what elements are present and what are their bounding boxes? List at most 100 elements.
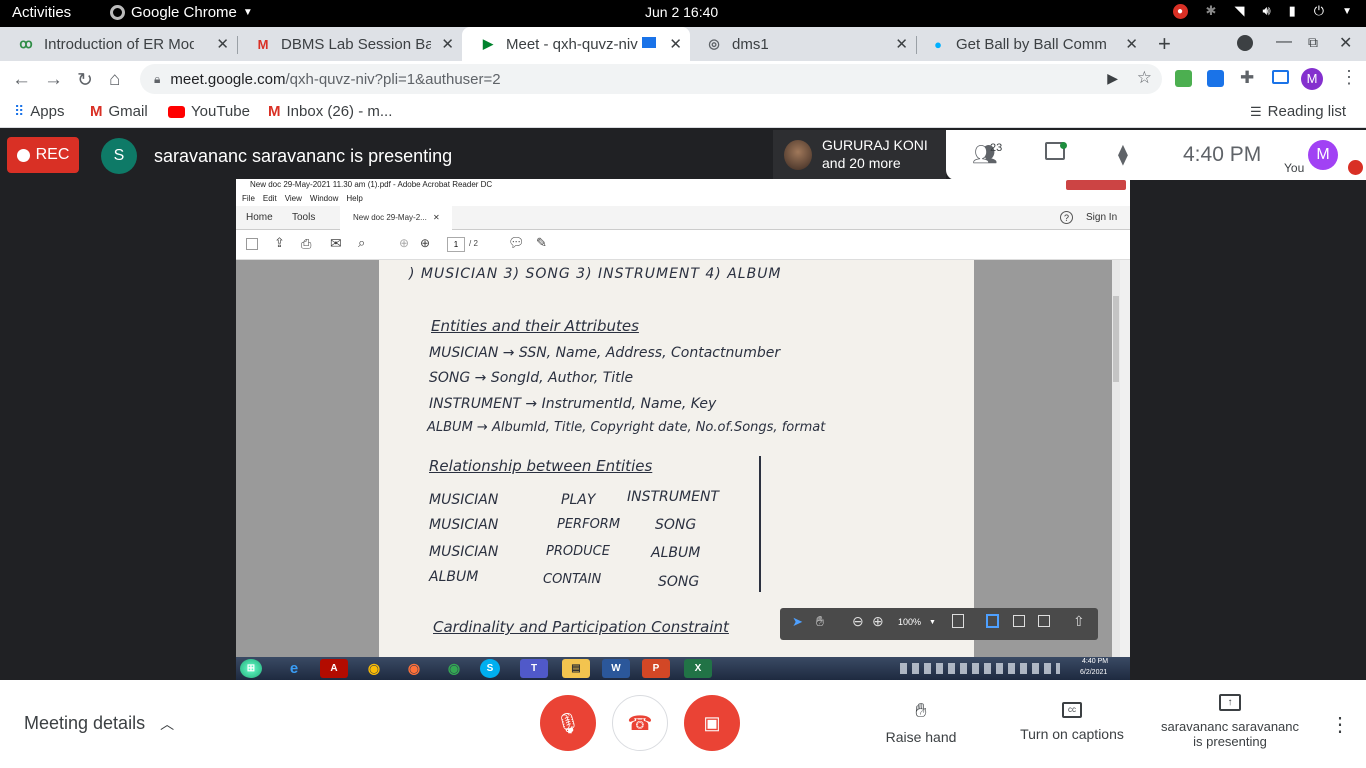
upload-icon[interactable]: ⇪ [274, 235, 285, 251]
save-icon[interactable] [246, 238, 258, 250]
bookmark-inbox[interactable]: M Inbox (26) - m... [268, 103, 392, 120]
windows-start-icon[interactable]: ⊞ [240, 659, 262, 678]
share-icon[interactable]: ⇧ [1073, 613, 1085, 630]
internet-explorer-icon[interactable]: e [280, 659, 308, 678]
acrobat-icon[interactable]: A [320, 659, 348, 678]
chrome-icon[interactable]: ◉ [440, 659, 468, 678]
zoom-level-select[interactable]: 100% [898, 617, 921, 627]
chrome-icon[interactable]: ◉ [360, 659, 388, 678]
home-icon[interactable]: ⌂ [109, 69, 120, 91]
firefox-icon[interactable]: ◉ [400, 659, 428, 678]
hand-tool-icon[interactable]: ✋︎ [816, 613, 824, 630]
document-viewport[interactable]: ) MUSICIAN 3) SONG 3) INSTRUMENT 4) ALBU… [236, 260, 1120, 660]
close-icon[interactable]: ✕ [216, 35, 229, 53]
close-icon[interactable]: ✕ [1125, 35, 1138, 53]
fit-width-icon[interactable] [986, 614, 999, 628]
maximize-button[interactable]: ⧉ [1308, 34, 1318, 51]
menu-kebab-icon[interactable]: ⋮ [1340, 67, 1358, 88]
zoom-out-icon[interactable]: ⊖ [852, 613, 864, 630]
tab-document[interactable]: New doc 29-May-2... ✕ [340, 206, 452, 230]
select-cursor-icon[interactable]: ➤ [792, 614, 803, 630]
globe-icon: ◎ [708, 36, 720, 51]
tab-home[interactable]: Home [246, 212, 273, 223]
tab-dbms-lab[interactable]: M DBMS Lab Session Batch ✕ [237, 27, 462, 61]
system-clock[interactable]: Jun 2 16:40 [645, 4, 718, 20]
close-icon[interactable]: ✕ [669, 35, 682, 53]
tab-meet[interactable]: ▶ Meet - qxh-quvz-niv ✕ [462, 27, 690, 61]
next-page-icon[interactable]: ⊕ [420, 236, 430, 250]
print-icon[interactable]: ⎙ [301, 236, 311, 252]
close-icon[interactable]: ✕ [441, 35, 454, 53]
activities-button[interactable]: Activities [12, 4, 71, 21]
profile-avatar[interactable]: M [1301, 68, 1323, 90]
extension-icon[interactable] [1207, 70, 1224, 87]
fit-page-icon[interactable] [1013, 615, 1025, 627]
close-icon[interactable]: ✕ [895, 35, 908, 53]
participant-tile[interactable]: GURURAJ KONI and 20 more [773, 130, 946, 180]
captions-button[interactable]: cc Turn on captions [1014, 702, 1130, 742]
skype-icon[interactable]: S [480, 659, 500, 678]
page-view-icon[interactable] [952, 614, 964, 628]
bookmark-gmail[interactable]: M Gmail [90, 103, 148, 120]
meeting-details-button[interactable]: Meeting details ︿ [24, 713, 174, 734]
raise-hand-button[interactable]: ✋︎ Raise hand [880, 700, 962, 745]
excel-icon[interactable]: X [684, 659, 712, 678]
reading-list-button[interactable]: ☰ Reading list [1250, 103, 1346, 120]
system-tray-icons[interactable] [900, 663, 1060, 674]
close-icon[interactable]: ✕ [433, 213, 440, 222]
tab-tools[interactable]: Tools [292, 212, 315, 223]
address-bar[interactable]: 🔒︎ meet.google.com/qxh-quvz-niv?pli=1&au… [140, 64, 1162, 94]
minimize-button[interactable]: — [1276, 33, 1292, 51]
powerpoint-icon[interactable]: P [642, 659, 670, 678]
page-number-input[interactable]: 1 [447, 237, 465, 252]
more-options-kebab-icon[interactable]: ⋮ [1330, 712, 1350, 737]
zoom-in-icon[interactable]: ⊕ [872, 613, 884, 630]
star-icon[interactable]: ☆ [1137, 68, 1152, 88]
presentation-button[interactable]: ↑ saravananc saravananc is presenting [1150, 694, 1310, 749]
mic-toggle-button[interactable]: 🎙︎ [540, 695, 596, 751]
full-screen-icon[interactable] [1038, 615, 1050, 627]
teams-icon[interactable]: T [520, 659, 548, 678]
extension-icon[interactable] [1175, 70, 1192, 87]
puzzle-icon[interactable]: ✚ [1240, 68, 1254, 88]
word-icon[interactable]: W [602, 659, 630, 678]
tab-dms1[interactable]: ◎ dms1 ✕ [688, 27, 916, 61]
camera-icon[interactable]: ▶ [1107, 70, 1118, 87]
bookmark-youtube[interactable]: YouTube [168, 103, 250, 120]
menu-file[interactable]: File [242, 194, 255, 203]
forward-arrow-icon[interactable]: → [44, 69, 63, 91]
vertical-scrollbar[interactable] [1112, 260, 1120, 660]
menu-window[interactable]: Window [310, 194, 338, 203]
new-tab-button[interactable]: + [1158, 31, 1171, 57]
bookmark-label: YouTube [191, 103, 250, 120]
back-arrow-icon[interactable]: ← [12, 69, 31, 91]
menu-view[interactable]: View [285, 194, 302, 203]
tab-search-icon[interactable] [1237, 35, 1253, 51]
self-avatar[interactable]: M [1308, 140, 1338, 170]
bookmark-apps[interactable]: ⠿ Apps [14, 103, 64, 120]
comment-icon[interactable]: 💬︎ [508, 235, 525, 251]
system-tray[interactable]: ● ✱ ◥ 🔊︎ ▮ ⏻ ▼ [1172, 3, 1352, 19]
mail-icon[interactable]: ✉ [330, 235, 342, 252]
floating-zoom-toolbar: ➤ ✋︎ ⊖ ⊕ 100% ▼ ⇧ [780, 608, 1098, 640]
cast-icon[interactable] [1272, 70, 1289, 84]
menu-edit[interactable]: Edit [263, 194, 277, 203]
menu-help[interactable]: Help [346, 194, 362, 203]
search-icon[interactable]: ⌕ [358, 235, 365, 251]
rel-target: INSTRUMENT [627, 489, 719, 505]
pen-icon[interactable]: ✎ [536, 235, 547, 251]
tab-cricket[interactable]: ● Get Ball by Ball Commen ✕ [912, 27, 1146, 61]
leave-call-button[interactable]: ☎ [612, 695, 668, 751]
camera-toggle-button[interactable]: ▣ [684, 695, 740, 751]
help-icon[interactable]: ? [1060, 211, 1073, 224]
close-window-button[interactable]: ✕ [1339, 33, 1352, 53]
record-dot-icon [16, 148, 30, 162]
activities-icon[interactable]: ⧫ [1118, 142, 1128, 167]
tab-er-model[interactable]: ꝏ Introduction of ER Mode ✕ [0, 27, 237, 61]
app-menu[interactable]: Google Chrome ▼ [110, 4, 253, 21]
reload-icon[interactable]: ↻ [77, 69, 93, 92]
sign-in-link[interactable]: Sign In [1086, 212, 1117, 223]
scrollbar-thumb[interactable] [1113, 296, 1119, 382]
file-explorer-icon[interactable]: ▤ [562, 659, 590, 678]
prev-page-icon[interactable]: ⊕ [399, 236, 409, 250]
